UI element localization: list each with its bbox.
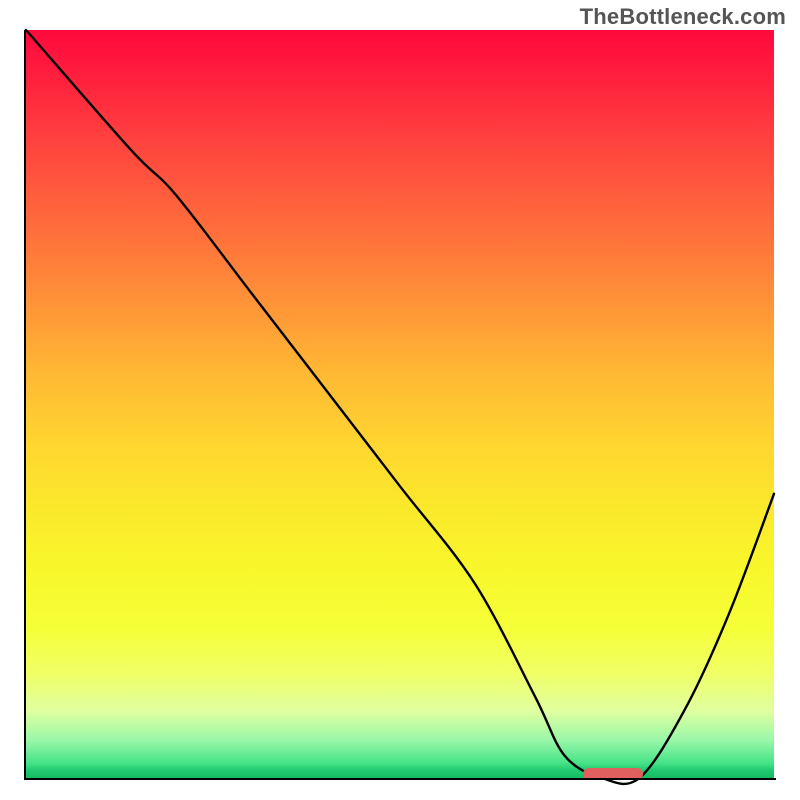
bottleneck-chart: TheBottleneck.com: [0, 0, 800, 800]
attribution-text: TheBottleneck.com: [580, 4, 786, 30]
x-axis-line: [24, 778, 776, 780]
bottleneck-curve-path: [26, 30, 774, 784]
y-axis-line: [24, 30, 26, 780]
curve-layer: [26, 30, 774, 778]
